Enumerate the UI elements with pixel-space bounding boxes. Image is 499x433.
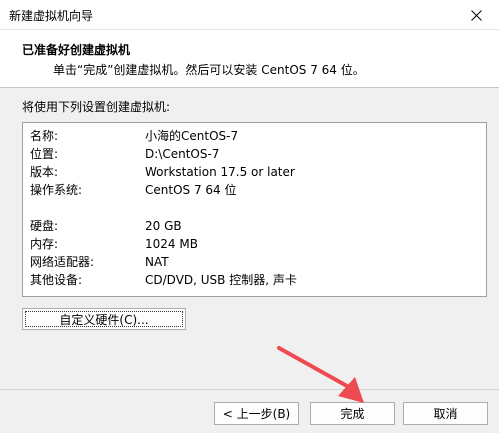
- setting-key: 其他设备:: [30, 273, 83, 287]
- header-subtitle: 单击“完成”创建虚拟机。然后可以安装 CentOS 7 64 位。: [53, 63, 365, 77]
- settings-summary-list: 名称: 小海的CentOS-7 位置: D:\CentOS-7 版本: Work…: [22, 122, 487, 297]
- finish-button[interactable]: 完成: [310, 402, 395, 425]
- setting-key: 位置:: [30, 147, 59, 161]
- back-button[interactable]: < 上一步(B): [214, 402, 299, 425]
- footer-divider: [0, 389, 499, 390]
- setting-value: 20 GB: [145, 219, 182, 233]
- setting-value: CD/DVD, USB 控制器, 声卡: [145, 273, 297, 287]
- wizard-header: 已准备好创建虚拟机 单击“完成”创建虚拟机。然后可以安装 CentOS 7 64…: [0, 30, 499, 88]
- setting-value: D:\CentOS-7: [145, 147, 220, 161]
- close-icon: [470, 9, 482, 21]
- setting-key: 操作系统:: [30, 183, 83, 197]
- setting-value: NAT: [145, 255, 169, 269]
- setting-key: 硬盘:: [30, 219, 59, 233]
- header-title: 已准备好创建虚拟机: [22, 43, 131, 57]
- setting-key: 版本:: [30, 165, 59, 179]
- customize-hardware-button[interactable]: 自定义硬件(C)...: [22, 308, 186, 330]
- cancel-button[interactable]: 取消: [403, 402, 488, 425]
- settings-section-label: 将使用下列设置创建虚拟机:: [22, 100, 171, 114]
- setting-key: 网络适配器:: [30, 255, 95, 269]
- setting-key: 内存:: [30, 237, 59, 251]
- setting-value: 1024 MB: [145, 237, 198, 251]
- setting-value: CentOS 7 64 位: [145, 183, 237, 197]
- close-button[interactable]: [453, 0, 499, 30]
- setting-value: 小海的CentOS-7: [145, 129, 239, 143]
- setting-key: 名称:: [30, 129, 59, 143]
- setting-value: Workstation 17.5 or later: [145, 165, 295, 179]
- title-bar: 新建虚拟机向导: [0, 0, 499, 30]
- window-title: 新建虚拟机向导: [9, 9, 94, 23]
